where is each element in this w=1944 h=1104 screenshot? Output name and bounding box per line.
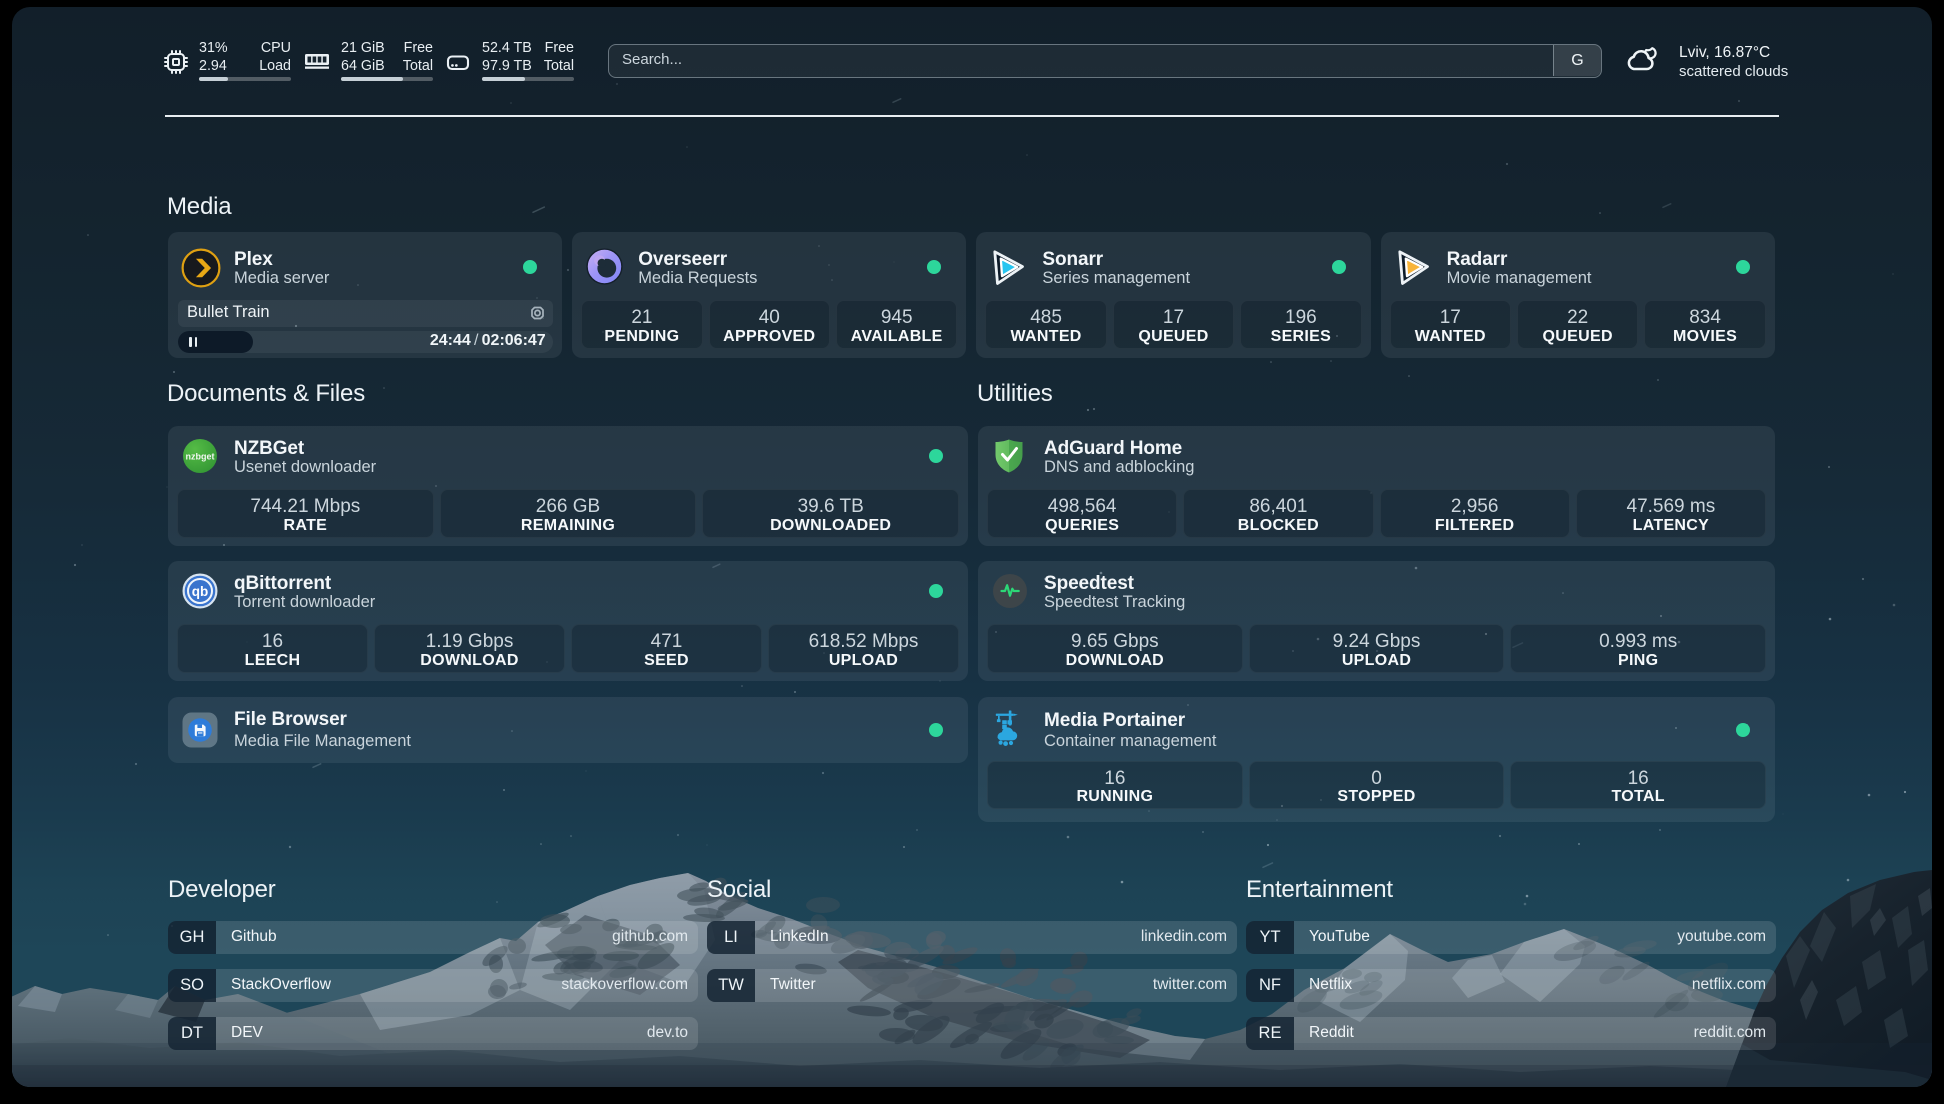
svg-text:nzbget: nzbget — [186, 452, 215, 462]
svg-text:qb: qb — [192, 584, 209, 599]
